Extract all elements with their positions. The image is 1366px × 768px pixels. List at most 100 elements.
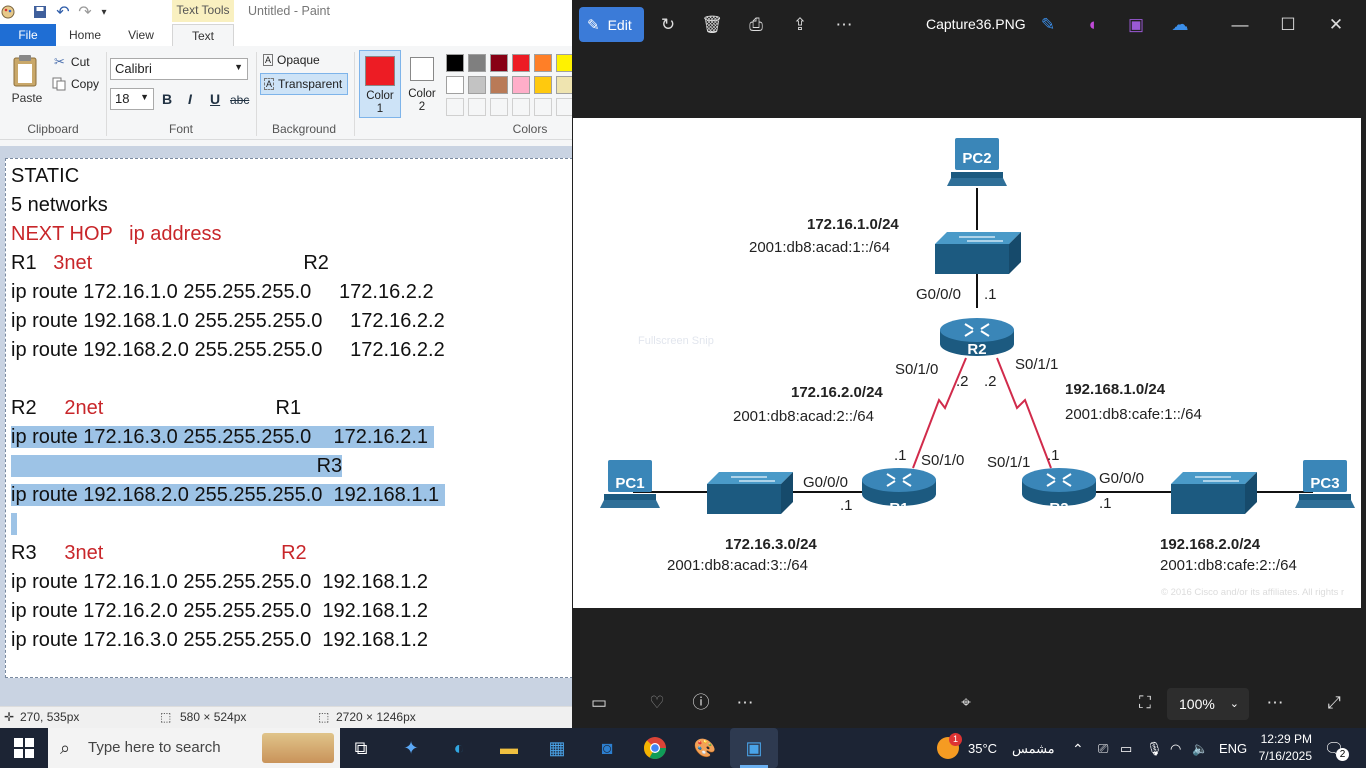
cut-button[interactable]: ✂ Cut bbox=[54, 54, 90, 70]
strikethrough-button[interactable]: abc bbox=[230, 93, 249, 107]
edit-button[interactable]: ✎ Edit bbox=[579, 7, 644, 42]
net-bottom-right-v6-label: 2001:db8:cafe:2::/64 bbox=[1160, 557, 1297, 574]
visual-search-icon[interactable]: ⌖ bbox=[955, 692, 977, 714]
clock[interactable]: 12:29 PM 7/16/2025 bbox=[1250, 731, 1312, 765]
opaque-button[interactable]: A Opaque bbox=[263, 53, 320, 67]
fit-to-window-icon[interactable]: ⛶ bbox=[1134, 692, 1156, 714]
r2-s1-label: S0/1/1 bbox=[1015, 356, 1058, 373]
device-icon[interactable]: ⎚ bbox=[1098, 741, 1108, 757]
paint-taskbar-icon[interactable]: 🎨 bbox=[690, 734, 720, 762]
weather-icon[interactable]: 1 bbox=[937, 733, 962, 759]
zoom-select[interactable]: 100% ⌄ bbox=[1167, 688, 1249, 720]
onedrive-icon[interactable]: ☁ bbox=[1169, 14, 1191, 36]
tab-text[interactable]: Text bbox=[172, 24, 234, 46]
edge-icon[interactable]: ◐ bbox=[444, 734, 474, 762]
print-icon[interactable]: ⎙ bbox=[745, 14, 767, 36]
store-icon[interactable]: ▦ bbox=[542, 734, 572, 762]
filmstrip-icon[interactable]: ▭ bbox=[588, 692, 610, 714]
photos-taskbar-icon[interactable]: ▣ bbox=[730, 728, 778, 768]
tab-file[interactable]: File bbox=[0, 24, 56, 46]
palette-swatch-empty[interactable] bbox=[512, 98, 530, 116]
color2-button[interactable]: Color 2 bbox=[404, 50, 440, 118]
clipchamp-icon[interactable]: ◖ bbox=[1081, 14, 1103, 36]
font-size-select[interactable]: 18 ▼ bbox=[110, 88, 154, 110]
chrome-icon[interactable] bbox=[640, 734, 670, 762]
save-icon[interactable] bbox=[32, 4, 48, 20]
palette-swatch-empty[interactable] bbox=[446, 98, 464, 116]
full-screen-icon[interactable]: ⤢ bbox=[1323, 692, 1345, 714]
undo-icon[interactable]: ↶ bbox=[55, 4, 71, 21]
maximize-icon[interactable]: ☐ bbox=[1277, 14, 1299, 36]
canvas-text-segment: R2 bbox=[92, 252, 329, 274]
chevron-up-icon[interactable]: ⌃ bbox=[1072, 741, 1084, 758]
r3-g-label: G0/0/0 bbox=[1099, 470, 1144, 487]
wifi-icon[interactable]: ◠ bbox=[1170, 741, 1181, 757]
task-view-icon[interactable]: ⧉ bbox=[346, 734, 376, 762]
canvas-text-line: ip route 192.168.2.0 255.255.255.0 172.1… bbox=[11, 336, 445, 365]
customize-toolbar-icon[interactable]: ▾ bbox=[96, 4, 112, 20]
switch-right-icon bbox=[1170, 471, 1258, 515]
delete-icon[interactable]: 🗑 bbox=[701, 14, 723, 36]
language-indicator[interactable]: ENG bbox=[1219, 741, 1247, 756]
battery-icon[interactable]: ▭ bbox=[1120, 741, 1132, 757]
canvas-text-segment: R3 bbox=[11, 542, 65, 564]
paste-button[interactable]: Paste bbox=[8, 54, 46, 105]
color1-button[interactable]: Color 1 bbox=[359, 50, 401, 118]
search-box[interactable]: ⌕ Type here to search bbox=[48, 728, 340, 768]
rotate-icon[interactable]: ↻ bbox=[657, 14, 679, 36]
transparent-button[interactable]: A Transparent bbox=[260, 73, 348, 95]
font-family-select[interactable]: Calibri ▼ bbox=[110, 58, 248, 80]
bold-button[interactable]: B bbox=[162, 91, 172, 107]
favorite-icon[interactable]: ♡ bbox=[646, 692, 668, 714]
text-box[interactable]: STATIC 5 networks NEXT HOP ip address R1 3n… bbox=[0, 162, 573, 672]
minimize-icon[interactable]: — bbox=[1229, 14, 1251, 36]
palette-swatch-empty[interactable] bbox=[490, 98, 508, 116]
info-icon[interactable]: ⓘ bbox=[690, 692, 712, 714]
text-tools-context-label: Text Tools bbox=[172, 0, 234, 22]
share-icon[interactable]: ⇪ bbox=[789, 14, 811, 36]
italic-button[interactable]: I bbox=[188, 91, 192, 107]
more-icon[interactable]: ⋯ bbox=[734, 692, 756, 714]
net-mid-right-v6-label: 2001:db8:cafe:1::/64 bbox=[1065, 406, 1202, 423]
weather-description: مشمس bbox=[1012, 741, 1055, 756]
canvas-text-segment: ip route 172.16.1.0 255.255.255.0 192.16… bbox=[11, 571, 429, 593]
canvas-text-segment: ip route 172.16.1.0 255.255.255.0 172.16… bbox=[11, 281, 434, 303]
palette-swatch[interactable] bbox=[468, 54, 486, 72]
palette-swatch-empty[interactable] bbox=[534, 98, 552, 116]
underline-button[interactable]: U bbox=[210, 91, 220, 107]
palette-swatch[interactable] bbox=[512, 54, 530, 72]
more-icon[interactable]: ⋯ bbox=[1264, 692, 1286, 714]
palette-swatch[interactable] bbox=[490, 76, 508, 94]
canvas-text-segment: ip route 172.16.2.0 255.255.255.0 192.16… bbox=[11, 600, 429, 622]
paint-app-icon[interactable]: ✎ bbox=[1037, 14, 1059, 36]
palette-swatch[interactable] bbox=[490, 54, 508, 72]
start-button[interactable] bbox=[14, 738, 34, 758]
tab-view[interactable]: View bbox=[116, 24, 166, 46]
cut-label: Cut bbox=[70, 55, 90, 69]
palette-swatch[interactable] bbox=[534, 54, 552, 72]
palette-swatch-empty[interactable] bbox=[468, 98, 486, 116]
chevron-down-icon: ▼ bbox=[234, 62, 243, 72]
tab-home[interactable]: Home bbox=[60, 24, 110, 46]
palette-swatch[interactable] bbox=[512, 76, 530, 94]
palette-swatch[interactable] bbox=[446, 54, 464, 72]
r2-s0-label: S0/1/0 bbox=[895, 361, 938, 378]
redo-icon[interactable]: ↷ bbox=[77, 4, 93, 21]
more-icon[interactable]: ⋯ bbox=[833, 14, 855, 36]
close-icon[interactable]: ✕ bbox=[1325, 14, 1347, 36]
video-editor-icon[interactable]: ▣ bbox=[1125, 14, 1147, 36]
palette-swatch[interactable] bbox=[468, 76, 486, 94]
copy-button[interactable]: Copy bbox=[52, 77, 99, 91]
copilot-icon[interactable]: ✦ bbox=[396, 734, 426, 762]
microphone-icon[interactable]: 🎙 bbox=[1146, 741, 1163, 757]
color-palette bbox=[444, 52, 574, 118]
paint-app-icon[interactable] bbox=[0, 4, 16, 20]
palette-swatch[interactable] bbox=[534, 76, 552, 94]
r3-s-ip: .1 bbox=[1047, 447, 1060, 464]
net-mid-left-label: 172.16.2.0/24 bbox=[791, 384, 883, 401]
volume-icon[interactable]: 🔈 bbox=[1192, 741, 1208, 757]
clock-date: 7/16/2025 bbox=[1258, 749, 1312, 763]
file-explorer-icon[interactable]: ▬ bbox=[494, 734, 524, 762]
palette-swatch[interactable] bbox=[446, 76, 464, 94]
outlook-icon[interactable]: ◙ bbox=[592, 734, 622, 762]
